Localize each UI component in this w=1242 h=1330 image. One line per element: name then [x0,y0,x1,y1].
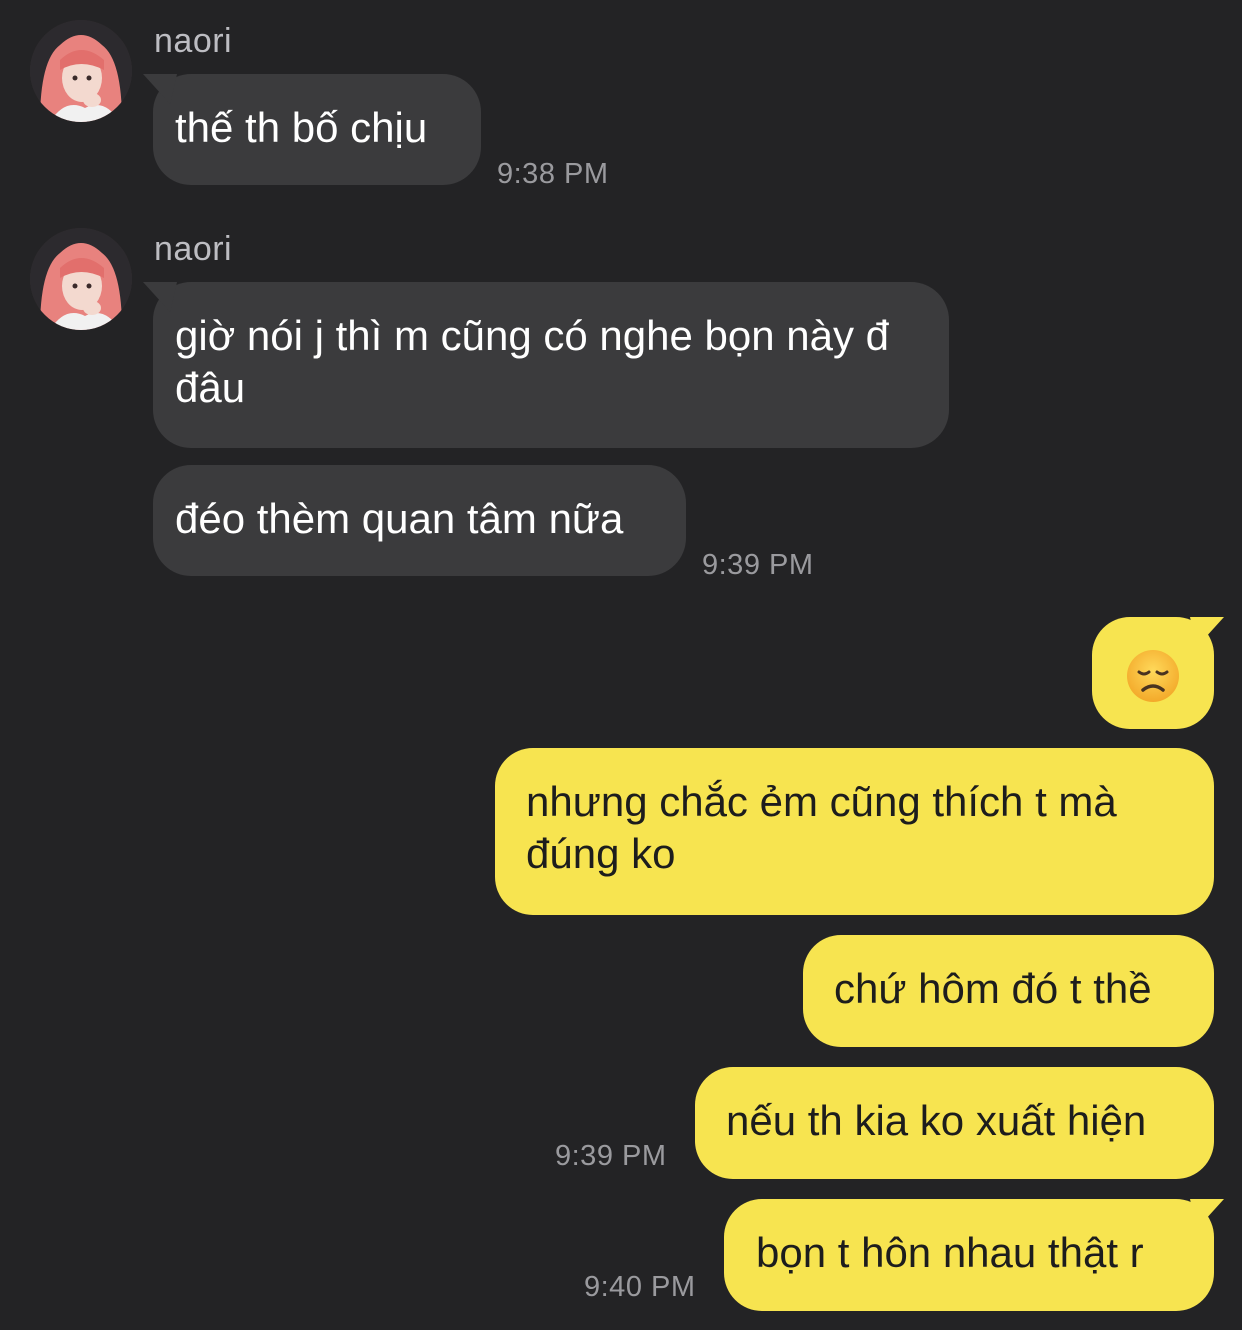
disappointed-face-icon [1127,650,1179,702]
contact-avatar[interactable] [30,228,132,330]
outgoing-message-bubble[interactable]: chứ hôm đó t thề [803,935,1214,1047]
outgoing-message-bubble[interactable]: nhưng chắc ẻm cũng thích t mà đúng ko [495,748,1214,915]
sender-name: naori [154,230,233,268]
message-timestamp: 9:39 PM [555,1140,667,1172]
message-text: giờ nói j thì m cũng có nghe bọn này đ đ… [175,312,889,411]
message-text: nhưng chắc ẻm cũng thích t mà đúng ko [526,778,1117,877]
avatar-photo-icon [30,228,132,330]
message-text: đéo thèm quan tâm nữa [175,495,624,542]
outgoing-message-bubble[interactable]: bọn t hôn nhau thật r [724,1199,1214,1311]
incoming-message-bubble[interactable]: giờ nói j thì m cũng có nghe bọn này đ đ… [153,282,949,448]
message-text: bọn t hôn nhau thật r [756,1229,1144,1276]
message-timestamp: 9:39 PM [702,549,814,581]
outgoing-message-bubble[interactable]: nếu th kia ko xuất hiện [695,1067,1214,1179]
incoming-message-bubble[interactable]: đéo thèm quan tâm nữa [153,465,686,576]
message-timestamp: 9:40 PM [584,1271,696,1303]
outgoing-emoji-bubble[interactable] [1092,617,1214,729]
message-timestamp: 9:38 PM [497,158,609,190]
incoming-message-bubble[interactable]: thế th bố chịu [153,74,481,185]
message-text: chứ hôm đó t thề [834,965,1152,1012]
sender-name: naori [154,22,233,60]
message-text: nếu th kia ko xuất hiện [726,1097,1147,1144]
avatar-photo-icon [30,20,132,122]
contact-avatar[interactable] [30,20,132,122]
message-text: thế th bố chịu [175,104,428,151]
